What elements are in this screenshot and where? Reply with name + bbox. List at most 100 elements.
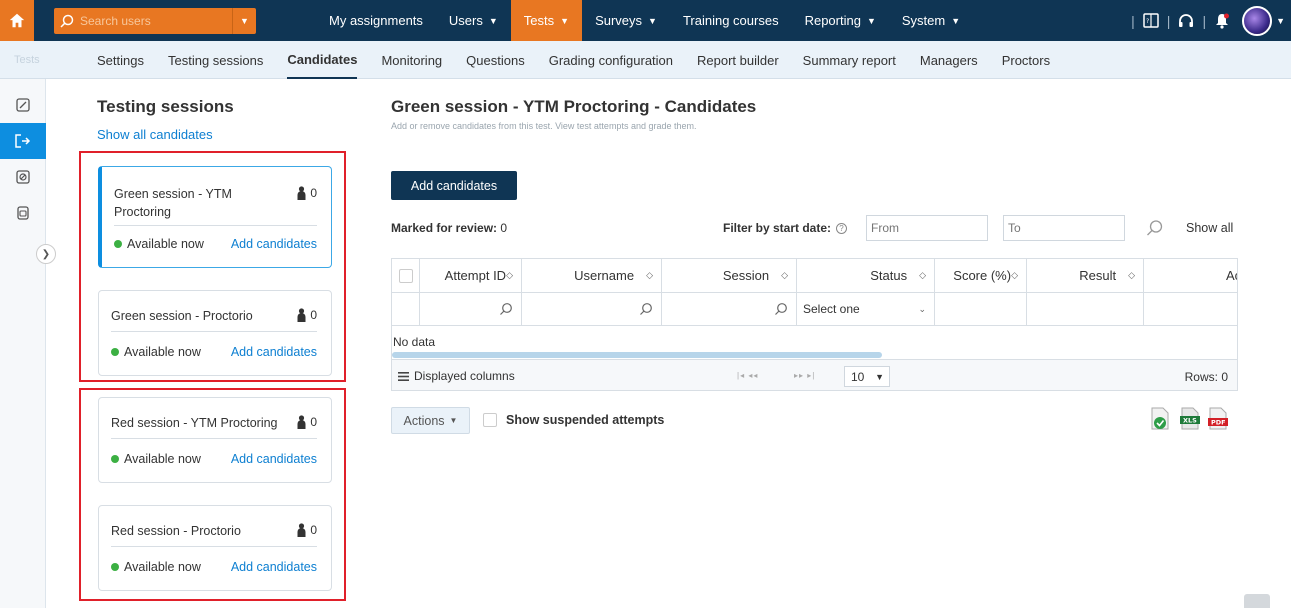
user-icon	[297, 415, 306, 429]
user-icon	[297, 308, 306, 322]
status-dot-icon	[111, 348, 119, 356]
nav-item-training-courses[interactable]: Training courses	[670, 0, 792, 41]
tab-proctors[interactable]: Proctors	[1002, 41, 1050, 79]
tab-questions[interactable]: Questions	[466, 41, 525, 79]
nav-item-tests[interactable]: Tests ▼	[510, 0, 583, 41]
add-candidates-button[interactable]: Add candidates	[391, 171, 517, 200]
session-name: Green session - YTM Proctoring	[114, 187, 232, 219]
sort-icon[interactable]: ◇	[506, 270, 513, 281]
status-dot-icon	[114, 240, 122, 248]
search-icon[interactable]	[499, 302, 513, 316]
session-card[interactable]: Red session - Proctorio 0 Available now Add…	[98, 505, 332, 591]
export-check-icon[interactable]	[1149, 407, 1171, 431]
search-icon[interactable]	[774, 302, 788, 316]
tab-grading-configuration[interactable]: Grading configuration	[549, 41, 673, 79]
add-candidates-link[interactable]: Add candidates	[231, 452, 317, 466]
nav-item-system[interactable]: System ▼	[889, 0, 973, 41]
session-name: Green session - Proctorio	[111, 309, 253, 323]
show-suspended-label: Show suspended attempts	[506, 413, 665, 427]
user-search: ▼	[54, 7, 256, 34]
status-filter-select[interactable]: Select one ⌄	[797, 293, 935, 325]
tab-settings[interactable]: Settings	[97, 41, 144, 79]
nav-item-surveys[interactable]: Surveys ▼	[582, 0, 670, 41]
tab-summary-report[interactable]: Summary report	[803, 41, 896, 79]
subnav-links: Settings Testing sessions Candidates Monito…	[85, 41, 1062, 79]
add-candidates-link[interactable]: Add candidates	[231, 345, 317, 359]
sign-in-icon	[15, 134, 31, 148]
show-all-candidates-link[interactable]: Show all candidates	[97, 127, 213, 142]
status-dot-icon	[111, 455, 119, 463]
next-last-page-icon[interactable]: ▸▸ ▸|	[794, 371, 815, 380]
displayed-columns-button[interactable]: Displayed columns	[398, 369, 515, 383]
tab-testing-sessions[interactable]: Testing sessions	[168, 41, 263, 79]
column-header-username[interactable]: Username ◇	[522, 259, 662, 292]
column-header-session[interactable]: Session ◇	[662, 259, 797, 292]
rail-item-documents[interactable]	[0, 195, 46, 231]
session-card[interactable]: Green session - YTM Proctoring 0 Available…	[98, 166, 332, 268]
headset-icon[interactable]	[1176, 11, 1196, 31]
help-book-icon[interactable]: ?	[1141, 11, 1161, 31]
sub-nav: Tests Settings Testing sessions Candidates…	[0, 41, 1291, 79]
list-icon	[398, 371, 409, 381]
notification-bell-icon[interactable]	[1212, 11, 1232, 31]
scroll-to-top-button[interactable]	[1244, 594, 1270, 608]
chevron-down-icon: ▼	[648, 15, 657, 26]
search-icon	[54, 8, 80, 34]
sort-icon[interactable]: ◇	[1128, 270, 1135, 281]
column-header-ac[interactable]: Ac	[1144, 259, 1237, 292]
help-icon[interactable]: ?	[836, 222, 848, 234]
expand-rail-button[interactable]: ❯	[36, 244, 56, 264]
column-header-attempt-id[interactable]: Attempt ID ◇	[420, 259, 522, 292]
horizontal-scrollbar[interactable]	[392, 352, 882, 358]
marked-count: 0	[500, 221, 508, 235]
add-candidates-link[interactable]: Add candidates	[231, 237, 317, 251]
search-icon[interactable]	[639, 302, 653, 316]
tab-monitoring[interactable]: Monitoring	[381, 41, 442, 79]
export-pdf-icon[interactable]: PDF	[1207, 407, 1229, 431]
session-card[interactable]: Green session - Proctorio 0 Available now A…	[98, 290, 332, 376]
tab-candidates[interactable]: Candidates	[287, 41, 358, 79]
top-bar: ▼ My assignmentsUsers▼Tests▼Surveys▼Trai…	[0, 0, 1291, 41]
chevron-down-icon[interactable]: ▼	[1276, 16, 1285, 26]
select-all-checkbox[interactable]	[398, 268, 413, 283]
sort-icon[interactable]: ◇	[781, 270, 788, 281]
chevron-down-icon: ▼	[866, 15, 876, 26]
date-to-input[interactable]	[1003, 215, 1125, 241]
grid-footer: Displayed columns |◂ ◂◂ ▸▸ ▸| 10 ▼ Rows: …	[392, 359, 1237, 390]
session-card[interactable]: Red session - YTM Proctoring 0 Available n…	[98, 397, 332, 483]
nav-item-reporting[interactable]: Reporting ▼	[792, 0, 889, 41]
sort-icon[interactable]: ◇	[1011, 270, 1018, 281]
date-from-input[interactable]	[866, 215, 988, 241]
add-candidates-link[interactable]: Add candidates	[231, 560, 317, 574]
home-button[interactable]	[0, 0, 34, 41]
grid-header: Attempt ID ◇ Username ◇ Session ◇ Status ◇ Score…	[392, 259, 1237, 293]
page-size-select[interactable]: 10 ▼	[844, 366, 890, 387]
rail-item-candidates[interactable]	[0, 123, 46, 159]
tab-report-builder[interactable]: Report builder	[697, 41, 779, 79]
search-dropdown-button[interactable]: ▼	[232, 7, 256, 34]
user-icon	[297, 186, 306, 200]
show-suspended-checkbox[interactable]	[483, 413, 497, 427]
column-header-status[interactable]: Status ◇	[797, 259, 935, 292]
tab-managers[interactable]: Managers	[920, 41, 978, 79]
search-icon[interactable]	[1146, 219, 1164, 240]
nav-item-users[interactable]: Users ▼	[436, 0, 511, 41]
export-xls-icon[interactable]: XLS	[1179, 407, 1201, 431]
divider	[111, 438, 317, 439]
show-all-button[interactable]: Show all	[1186, 221, 1233, 235]
sort-icon[interactable]: ◇	[919, 270, 926, 281]
sort-icon[interactable]: ◇	[646, 270, 653, 281]
column-header-result[interactable]: Result ◇	[1027, 259, 1144, 292]
nav-item-my-assignments[interactable]: My assignments	[316, 0, 436, 41]
first-prev-page-icon[interactable]: |◂ ◂◂	[737, 371, 758, 380]
search-users-input[interactable]	[80, 13, 220, 28]
rail-item-edit[interactable]	[0, 87, 46, 123]
rail-item-monitoring[interactable]	[0, 159, 46, 195]
status-badge: Available now	[111, 452, 201, 466]
chevron-down-icon: ▼	[449, 416, 458, 425]
actions-button[interactable]: Actions ▼	[391, 407, 470, 434]
candidate-count: 0	[297, 523, 317, 537]
avatar[interactable]	[1242, 5, 1273, 36]
chevron-down-icon: ⌄	[918, 303, 926, 314]
column-header-score-[interactable]: Score (%) ◇	[935, 259, 1027, 292]
